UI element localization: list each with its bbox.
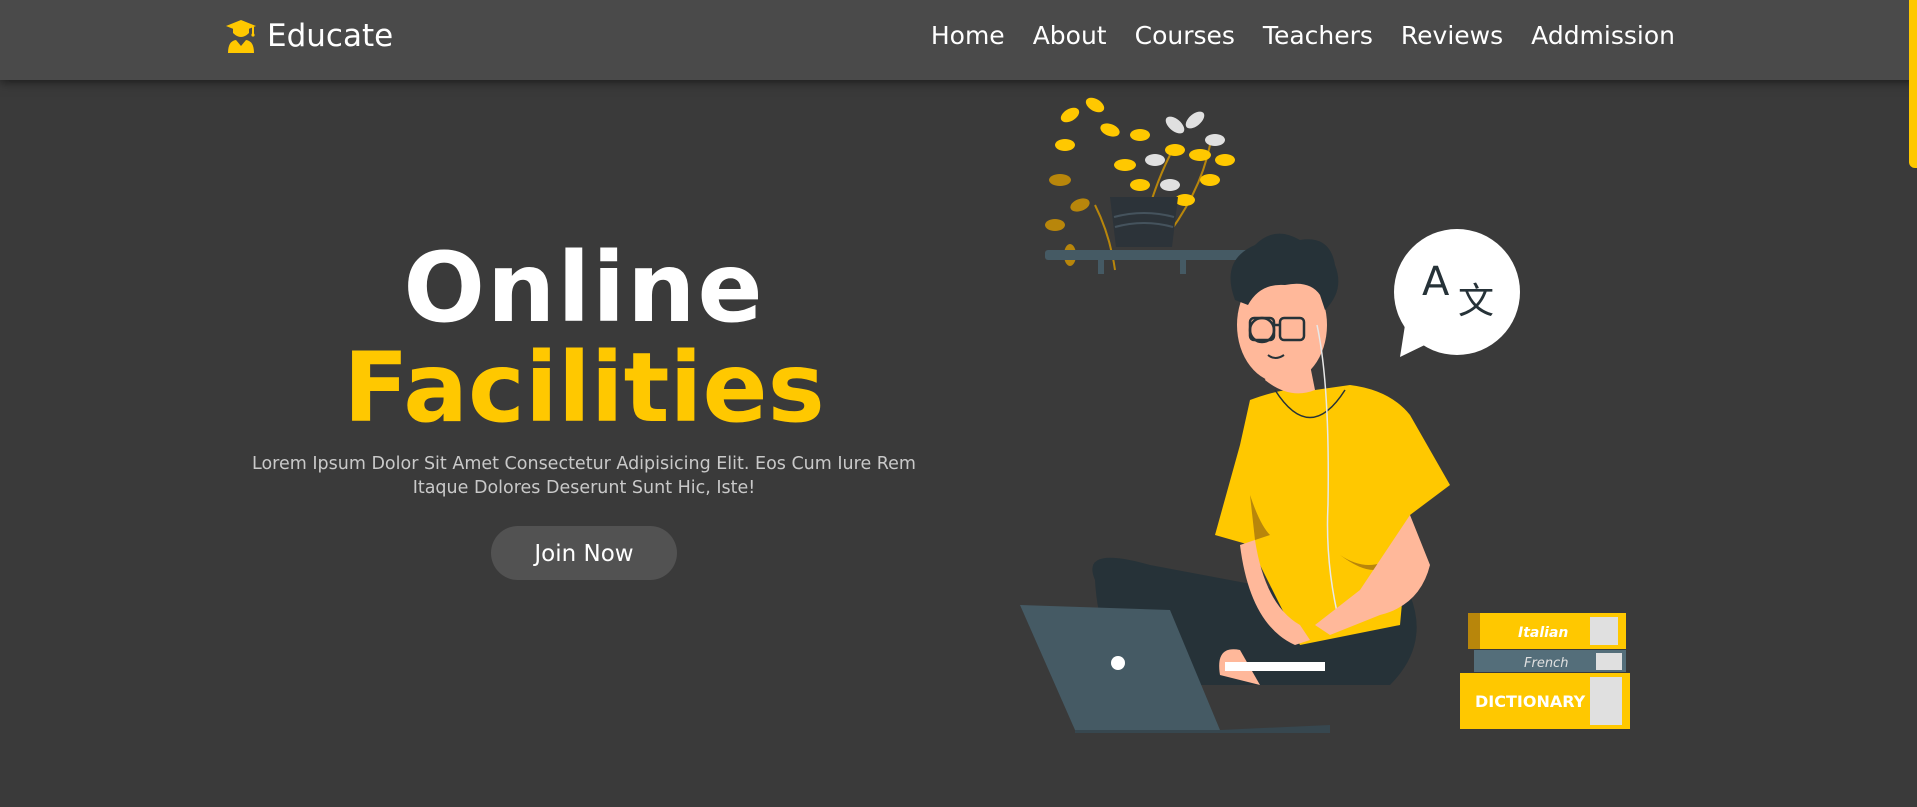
notebook [1225,662,1325,671]
main-nav: Home About Courses Teachers Reviews Addm… [931,18,1675,54]
scrollbar-thumb[interactable] [1909,0,1917,168]
hero-section: Online Facilities Lorem Ipsum Dolor Sit … [230,240,938,580]
student-illustration: A 文 Italian French DICTIONARY [1020,97,1630,733]
nav-link-teachers[interactable]: Teachers [1263,18,1373,54]
book-label-french: French [1524,656,1568,671]
graduate-icon [226,20,256,53]
nav-link-courses[interactable]: Courses [1135,18,1235,54]
brand-name: Educate [267,18,394,54]
join-now-button[interactable]: Join Now [491,526,677,580]
plant-icon [1045,97,1235,271]
hero-title: Online Facilities [230,240,938,436]
hero-description: Lorem Ipsum Dolor Sit Amet Consectetur A… [252,454,916,498]
nav-link-about[interactable]: About [1033,18,1107,54]
hero-title-line2: Facilities [343,332,825,444]
book-label-dictionary: DICTIONARY [1475,692,1586,711]
translate-icon-a: A [1422,259,1450,305]
book-label-italian: Italian [1518,625,1568,641]
nav-link-admission[interactable]: Addmission [1531,18,1675,54]
hero-title-line1: Online [403,232,765,344]
nav-link-home[interactable]: Home [931,18,1005,54]
brand-logo-link[interactable]: Educate [225,16,393,56]
books-stack: Italian French DICTIONARY [1460,613,1630,729]
navbar: Educate Home About Courses Teachers Revi… [0,0,1917,80]
translate-bubble: A 文 [1394,229,1520,357]
nav-link-reviews[interactable]: Reviews [1401,18,1503,54]
translate-icon-b: 文 [1458,281,1494,322]
